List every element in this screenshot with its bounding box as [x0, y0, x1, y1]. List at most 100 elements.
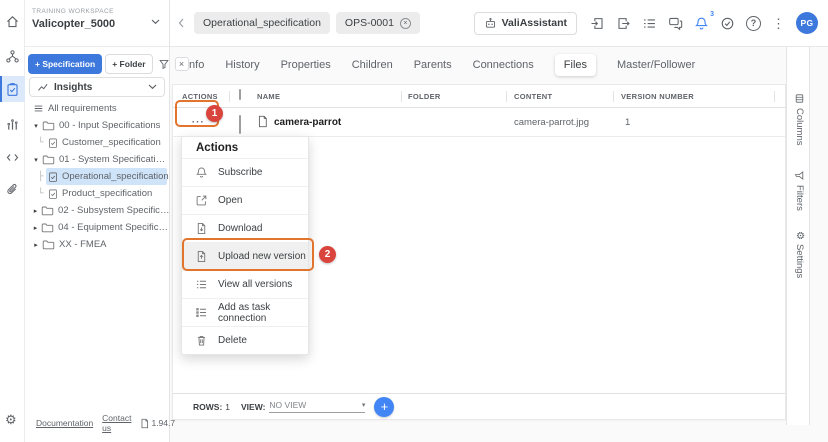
- tree-item-customer-specification[interactable]: └ Customer_specification: [25, 134, 170, 151]
- top-bar: Operational_specification OPS-0001 × Val…: [170, 0, 828, 47]
- table-header: ACTIONS NAME FOLDER CONTENT VERSION NUMB…: [173, 85, 785, 108]
- tree-folder-input-specifications[interactable]: ▾ 00 - Input Specifications: [25, 117, 170, 134]
- add-view-button[interactable]: +: [374, 397, 394, 417]
- menu-item-download[interactable]: Download: [182, 214, 308, 242]
- chevron-down-icon: [148, 84, 157, 90]
- menu-item-subscribe[interactable]: Subscribe: [182, 158, 308, 186]
- help-icon[interactable]: ?: [746, 16, 761, 31]
- tab-parents[interactable]: Parents: [414, 59, 452, 71]
- tab-children[interactable]: Children: [352, 59, 393, 71]
- side-tab-filters[interactable]: Filters: [794, 170, 805, 211]
- tab-connections[interactable]: Connections: [473, 59, 534, 71]
- menu-item-upload-new-version[interactable]: Upload new version: [182, 242, 308, 270]
- task-list-icon[interactable]: [642, 16, 657, 31]
- folder-icon: [41, 205, 54, 216]
- product-tree-icon[interactable]: [0, 44, 25, 68]
- user-avatar[interactable]: PG: [796, 12, 818, 34]
- filter-icon[interactable]: [156, 56, 172, 72]
- actions-menu-title: Actions: [182, 137, 308, 158]
- home-icon[interactable]: [0, 9, 25, 33]
- tree-folder-equipment-specifications[interactable]: ▸ 04 - Equipment Specifications: [25, 219, 170, 236]
- tree-item-product-specification[interactable]: └ Product_specification: [25, 185, 170, 202]
- column-name: NAME: [257, 92, 280, 101]
- row-checkbox[interactable]: [239, 115, 241, 134]
- tab-ops-0001[interactable]: OPS-0001 ×: [336, 12, 420, 34]
- table-footer: ROWS: 1 VIEW: NO VIEW ▾ +: [173, 393, 785, 419]
- export-icon[interactable]: [616, 16, 631, 31]
- more-options-kebab-icon[interactable]: ⋮: [772, 17, 785, 30]
- settings-icon: ⚙: [794, 231, 805, 240]
- history-check-icon[interactable]: [720, 16, 735, 31]
- column-content: CONTENT: [514, 92, 552, 101]
- tree-folder-subsystem-specifications[interactable]: ▸ 02 - Subsystem Specifications: [25, 202, 170, 219]
- tree-connector: └: [38, 189, 46, 199]
- close-tab-icon[interactable]: ×: [400, 18, 411, 29]
- attachments-icon[interactable]: [0, 177, 25, 201]
- table-row[interactable]: ⋯ camera-parrot camera-parrot.jpg 1: [173, 108, 785, 137]
- menu-item-delete[interactable]: Delete: [182, 326, 308, 354]
- comments-icon[interactable]: [668, 16, 683, 31]
- column-version-number: VERSION NUMBER: [621, 92, 694, 101]
- column-folder: FOLDER: [408, 92, 441, 101]
- select-all-checkbox[interactable]: [239, 89, 241, 100]
- collapse-panel-icon[interactable]: [174, 18, 188, 28]
- requirements-icon[interactable]: [0, 76, 25, 102]
- clear-filter-button[interactable]: ×: [175, 57, 189, 71]
- tree-connector: ├: [38, 172, 46, 182]
- tab-files[interactable]: Files: [555, 54, 596, 76]
- contact-us-link[interactable]: Contact us: [102, 413, 131, 433]
- tree-folder-system-specifications[interactable]: ▾ 01 - System Specifications: [25, 151, 170, 168]
- bell-icon: [195, 166, 208, 179]
- tree-item-operational-specification[interactable]: ├ Operational_specification: [25, 168, 170, 185]
- caret-down-icon: ▾: [362, 401, 366, 409]
- add-folder-button[interactable]: + Folder: [105, 54, 152, 74]
- hamburger-icon: [33, 103, 44, 114]
- version-list-icon: [195, 278, 208, 291]
- workspace-switcher[interactable]: TRAINING WORKSPACE Valicopter_5000: [25, 0, 169, 47]
- menu-item-add-as-task-connection[interactable]: Add as task connection: [182, 298, 308, 326]
- documentation-link[interactable]: Documentation: [36, 418, 93, 428]
- tab-properties[interactable]: Properties: [281, 59, 331, 71]
- trash-icon: [195, 334, 208, 347]
- settings-gear-icon[interactable]: ⚙: [5, 412, 17, 428]
- tab-master-follower[interactable]: Master/Follower: [617, 59, 695, 71]
- notifications-bell-icon[interactable]: 3: [694, 16, 709, 31]
- actions-menu: Actions Subscribe Open Download Upload n…: [181, 136, 309, 355]
- tab-info[interactable]: Info: [186, 59, 204, 71]
- import-icon[interactable]: [590, 16, 605, 31]
- collapsed-arrow-icon[interactable]: ▸: [32, 224, 39, 232]
- file-name-cell[interactable]: camera-parrot: [274, 117, 341, 128]
- side-tab-columns[interactable]: Columns: [794, 93, 805, 146]
- version-cell: 1: [625, 117, 630, 128]
- annotation-circle-2: 2: [319, 246, 336, 263]
- expand-arrow-icon[interactable]: ▾: [32, 122, 40, 130]
- notification-badge: 3: [710, 11, 714, 18]
- analyses-icon[interactable]: [0, 112, 25, 136]
- tree-item-all-requirements[interactable]: All requirements: [25, 100, 170, 117]
- view-select[interactable]: NO VIEW ▾: [269, 400, 365, 413]
- tab-operational-specification[interactable]: Operational_specification: [194, 12, 330, 34]
- app-rail: [0, 0, 25, 442]
- specification-icon: [48, 137, 58, 149]
- side-tab-settings[interactable]: ⚙ Settings: [794, 231, 805, 278]
- insights-toggle[interactable]: Insights: [29, 77, 165, 97]
- chevron-down-icon[interactable]: [151, 19, 160, 25]
- menu-item-open[interactable]: Open: [182, 186, 308, 214]
- menu-item-view-all-versions[interactable]: View all versions: [182, 270, 308, 298]
- expand-arrow-icon[interactable]: ▾: [32, 156, 40, 164]
- specification-icon: [48, 171, 58, 183]
- tree-folder-fmea[interactable]: ▸ XX - FMEA: [25, 236, 170, 253]
- add-specification-button[interactable]: + Specification: [28, 54, 102, 74]
- specification-tree: All requirements ▾ 00 - Input Specificat…: [25, 100, 170, 253]
- collapsed-arrow-icon[interactable]: ▸: [32, 207, 39, 215]
- vali-assistant-button[interactable]: ValiAssistant: [474, 12, 577, 35]
- insights-chart-icon: [37, 81, 49, 93]
- columns-icon: [794, 93, 805, 104]
- column-actions: ACTIONS: [182, 92, 218, 101]
- tree-connector: └: [38, 138, 46, 148]
- scripting-icon[interactable]: [0, 145, 25, 169]
- folder-icon: [42, 154, 55, 165]
- collapsed-arrow-icon[interactable]: ▸: [32, 241, 40, 249]
- rows-label: ROWS:: [193, 402, 222, 412]
- tab-history[interactable]: History: [225, 59, 259, 71]
